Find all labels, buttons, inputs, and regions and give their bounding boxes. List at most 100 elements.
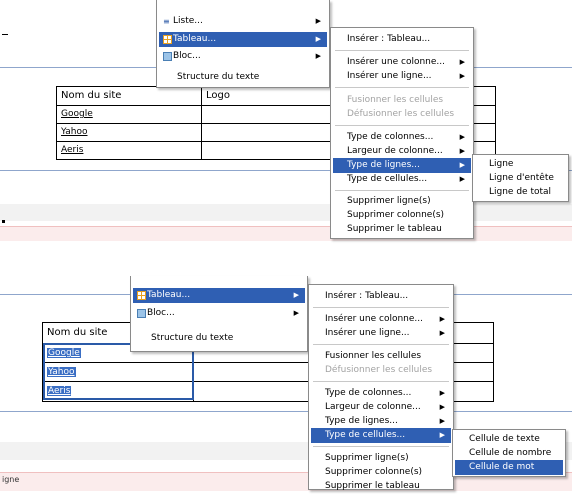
- menu-item-label: Fusionner les cellules: [347, 95, 444, 105]
- menu-item-label: Supprimer le tableau: [347, 224, 442, 234]
- table-icon: [163, 35, 172, 44]
- chevron-right-icon: ▶: [439, 329, 445, 337]
- submenu-item-cell-type[interactable]: Type de cellules... ▶: [311, 428, 451, 443]
- menu-item-label: Supprimer colonne(s): [347, 210, 445, 220]
- menu-item-label: Cellule de mot: [469, 462, 535, 472]
- chevron-right-icon: ▶: [459, 147, 465, 155]
- menu-separator: [313, 307, 449, 308]
- menu-item-label: Type de lignes...: [347, 160, 420, 170]
- menu-item-label: Largeur de colonne...: [347, 146, 443, 156]
- submenu-item-insert-row[interactable]: Insérer une ligne... ▶: [333, 69, 471, 84]
- flyout-item-total-row[interactable]: Ligne de total: [475, 185, 566, 200]
- chevron-right-icon: ▶: [439, 315, 445, 323]
- flyout-item-row[interactable]: Ligne: [475, 157, 566, 172]
- submenu-item-merge-cells[interactable]: Fusionner les cellules: [311, 349, 451, 364]
- menu-item-label: Ligne: [489, 159, 514, 169]
- submenu-item-column-width[interactable]: Largeur de colonne... ▶: [333, 144, 471, 159]
- header-cell-name[interactable]: Nom du site: [57, 87, 201, 105]
- menu-separator: [335, 190, 469, 191]
- flyout-item-word-cell[interactable]: Cellule de mot: [455, 460, 563, 475]
- submenu-item-delete-rows[interactable]: Supprimer ligne(s): [333, 194, 471, 209]
- chevron-right-icon: ▶: [315, 17, 321, 25]
- context-menu: ≡ Liste... ▶ Tableau... ▶ Bloc... ▶ Stru…: [156, 0, 330, 88]
- menu-item-bloc[interactable]: Bloc... ▶: [159, 49, 327, 64]
- submenu-item-unmerge-cells[interactable]: Défusionner les cellules: [311, 363, 451, 378]
- submenu-item-insert-column[interactable]: Insérer une colonne... ▶: [311, 312, 451, 327]
- submenu-item-column-type[interactable]: Type de colonnes... ▶: [311, 386, 451, 401]
- flyout-item-text-cell[interactable]: Cellule de texte: [455, 432, 563, 447]
- submenu-item-delete-table[interactable]: Supprimer le tableau: [333, 222, 471, 237]
- menu-item-label: Insérer : Tableau...: [347, 34, 431, 44]
- menu-item-structure[interactable]: Structure du texte: [133, 331, 305, 346]
- submenu-item-insert-table[interactable]: Insérer : Tableau...: [333, 32, 471, 47]
- menu-item-tableau[interactable]: Tableau... ▶: [159, 32, 327, 47]
- menu-item-liste[interactable]: ≡ Liste... ▶: [159, 14, 327, 29]
- top-panel: Nom du site Logo Google Yahoo Aeris ≡ Li…: [0, 0, 572, 245]
- menu-item-label: Type de lignes...: [325, 416, 398, 426]
- menu-item-bloc[interactable]: Bloc... ▶: [133, 306, 305, 321]
- site-link-yahoo[interactable]: Yahoo: [57, 124, 201, 142]
- block-icon: [137, 309, 146, 318]
- submenu-item-delete-rows[interactable]: Supprimer ligne(s): [311, 451, 451, 466]
- menu-item-label: Fusionner les cellules: [325, 351, 422, 361]
- menu-item-label: Structure du texte: [151, 333, 234, 343]
- menu-item-label: Ligne de total: [489, 187, 552, 197]
- submenu-item-column-type[interactable]: Type de colonnes... ▶: [333, 130, 471, 145]
- submenu-item-row-type[interactable]: Type de lignes... ▶: [311, 414, 451, 429]
- submenu-item-merge-cells[interactable]: Fusionner les cellules: [333, 93, 471, 108]
- menu-item-label: Type de colonnes...: [325, 388, 412, 398]
- menu-item-label: Supprimer ligne(s): [325, 453, 409, 463]
- menu-item-label: Supprimer ligne(s): [347, 196, 431, 206]
- submenu-item-column-width[interactable]: Largeur de colonne... ▶: [311, 400, 451, 415]
- divider-line: [0, 411, 572, 412]
- chevron-right-icon: ▶: [459, 133, 465, 141]
- menu-separator: [335, 87, 469, 88]
- menu-item-label: Défusionner les cellules: [347, 109, 455, 119]
- site-link-aeris[interactable]: Aeris: [57, 142, 201, 159]
- menu-item-label: Largeur de colonne...: [325, 402, 421, 412]
- menu-item-label: Défusionner les cellules: [325, 365, 433, 375]
- menu-item-label: Insérer : Tableau...: [325, 291, 409, 301]
- chevron-right-icon: ▶: [293, 309, 299, 317]
- row-type-flyout: Ligne Ligne d'entête Ligne de total: [472, 154, 569, 202]
- chevron-right-icon: ▶: [293, 291, 299, 299]
- chevron-right-icon: ▶: [315, 35, 321, 43]
- chevron-right-icon: ▶: [439, 417, 445, 425]
- table-submenu: Insérer : Tableau... Insérer une colonne…: [330, 27, 474, 239]
- flyout-item-number-cell[interactable]: Cellule de nombre: [455, 446, 563, 461]
- chevron-right-icon: ▶: [459, 58, 465, 66]
- submenu-item-delete-table[interactable]: Supprimer le tableau: [311, 479, 451, 494]
- submenu-item-unmerge-cells[interactable]: Défusionner les cellules: [333, 107, 471, 122]
- chevron-right-icon: ▶: [439, 431, 445, 439]
- menu-separator: [313, 446, 449, 447]
- menu-item-tableau[interactable]: Tableau... ▶: [133, 288, 305, 303]
- menu-item-label: Tableau...: [173, 34, 217, 44]
- chevron-right-icon: ▶: [439, 403, 445, 411]
- submenu-item-cell-type[interactable]: Type de cellules... ▶: [333, 172, 471, 187]
- list-icon: ≡: [163, 17, 170, 26]
- submenu-item-delete-columns[interactable]: Supprimer colonne(s): [311, 465, 451, 480]
- submenu-item-row-type[interactable]: Type de lignes... ▶: [333, 158, 471, 173]
- flyout-item-header-row[interactable]: Ligne d'entête: [475, 171, 566, 186]
- menu-separator: [335, 125, 469, 126]
- submenu-item-insert-row[interactable]: Insérer une ligne... ▶: [311, 326, 451, 341]
- context-menu: Tableau... ▶ Bloc... ▶ Structure du text…: [130, 276, 308, 352]
- chevron-right-icon: ▶: [459, 161, 465, 169]
- menu-item-label: Cellule de texte: [469, 434, 540, 444]
- table-icon: [137, 291, 146, 300]
- submenu-item-delete-columns[interactable]: Supprimer colonne(s): [333, 208, 471, 223]
- status-strip: [0, 226, 572, 241]
- menu-item-structure[interactable]: Structure du texte: [159, 70, 327, 85]
- site-link-google[interactable]: Google: [57, 106, 201, 124]
- menu-item-label: Ligne d'entête: [489, 173, 554, 183]
- left-marker: [2, 34, 8, 35]
- menu-item-label: Insérer une ligne...: [347, 71, 432, 81]
- menu-item-label: Insérer une colonne...: [347, 57, 445, 67]
- submenu-item-insert-column[interactable]: Insérer une colonne... ▶: [333, 55, 471, 70]
- menu-item-label: Structure du texte: [177, 72, 260, 82]
- chevron-right-icon: ▶: [315, 52, 321, 60]
- menu-item-label: Insérer une colonne...: [325, 314, 423, 324]
- submenu-item-insert-table[interactable]: Insérer : Tableau...: [311, 289, 451, 304]
- menu-item-label: Type de colonnes...: [347, 132, 434, 142]
- menu-separator: [313, 344, 449, 345]
